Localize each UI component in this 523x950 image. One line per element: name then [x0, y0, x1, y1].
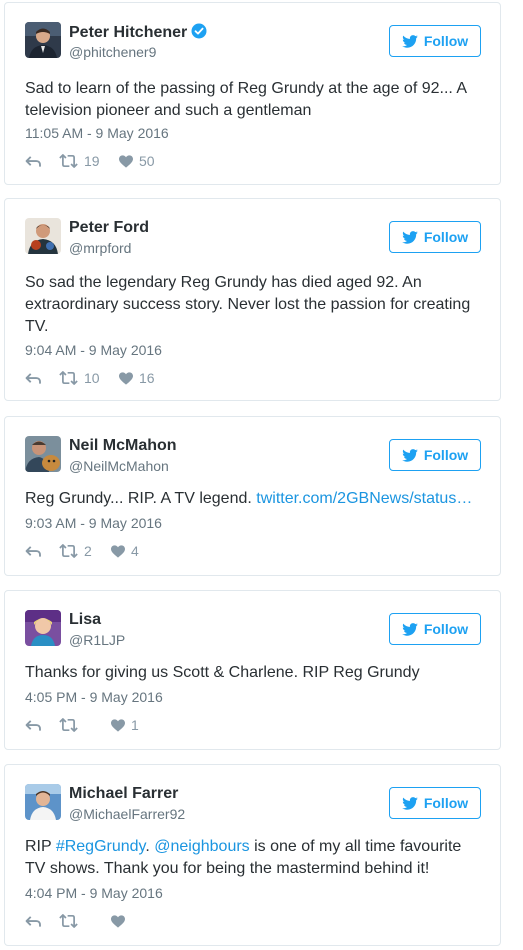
retweet-icon [59, 718, 78, 732]
heart-icon [111, 915, 125, 928]
twitter-bird-icon [402, 231, 418, 244]
display-name[interactable]: Peter Hitchener [69, 24, 187, 41]
like-count: 1 [131, 717, 139, 733]
retweet-count: 10 [84, 370, 100, 386]
like-button[interactable]: 50 [119, 153, 155, 169]
retweet-count: 2 [84, 543, 92, 559]
user-handle[interactable]: @MichaelFarrer92 [69, 806, 185, 822]
tweet-timestamp[interactable]: 9:03 AM - 9 May 2016 [25, 515, 162, 531]
tweet-actions: 10 16 [25, 369, 155, 387]
verified-badge-icon [191, 23, 207, 44]
tweet-text-body: Reg Grundy... RIP. A TV legend. [25, 490, 252, 507]
follow-button[interactable]: Follow [389, 221, 481, 253]
tweet-actions: 1 [25, 716, 139, 734]
follow-label: Follow [423, 33, 469, 49]
tweet-actions [25, 912, 131, 930]
user-handle[interactable]: @R1LJP [69, 632, 125, 648]
follow-button[interactable]: Follow [389, 439, 481, 471]
tweet-card: Peter Hitchener @phitchener9 Follow Sad … [4, 2, 501, 185]
reply-button[interactable] [25, 719, 59, 732]
twitter-bird-icon [402, 449, 418, 462]
retweet-count: 19 [84, 153, 100, 169]
tweet-actions: 19 50 [25, 152, 155, 170]
reply-button[interactable] [25, 915, 59, 928]
user-handle[interactable]: @phitchener9 [69, 44, 156, 60]
retweet-button[interactable]: 10 [59, 370, 119, 386]
text-part: . [145, 838, 155, 855]
tweet-text: Reg Grundy... RIP. A TV legend. twitter.… [25, 488, 480, 510]
tweet-feed: Peter Hitchener @phitchener9 Follow Sad … [0, 0, 523, 950]
retweet-button[interactable] [59, 718, 111, 732]
follow-label: Follow [423, 795, 469, 811]
reply-icon [25, 915, 42, 928]
tweet-text: So sad the legendary Reg Grundy has died… [25, 274, 471, 335]
mention-link[interactable]: @neighbours [154, 838, 249, 855]
user-handle[interactable]: @NeilMcMahon [69, 458, 169, 474]
heart-icon [119, 372, 133, 385]
like-count: 4 [131, 543, 139, 559]
follow-label: Follow [423, 621, 469, 637]
tweet-timestamp[interactable]: 4:05 PM - 9 May 2016 [25, 689, 163, 705]
tweet-actions: 2 4 [25, 542, 139, 560]
reply-icon [25, 719, 42, 732]
tweet-timestamp[interactable]: 4:04 PM - 9 May 2016 [25, 885, 163, 901]
display-name[interactable]: Lisa [69, 611, 101, 628]
follow-button[interactable]: Follow [389, 613, 481, 645]
like-count: 16 [139, 370, 155, 386]
like-count: 50 [139, 153, 155, 169]
tweet-link[interactable]: twitter.com/2GBNews/status… [256, 490, 472, 507]
tweet-card: Neil McMahon @NeilMcMahon Follow Reg Gru… [4, 416, 501, 576]
twitter-bird-icon [402, 35, 418, 48]
like-button[interactable]: 4 [111, 543, 139, 559]
reply-icon [25, 155, 42, 168]
avatar[interactable] [25, 610, 61, 646]
text-part: RIP [25, 838, 56, 855]
reply-button[interactable] [25, 545, 59, 558]
avatar[interactable] [25, 436, 61, 472]
tweet-card: Peter Ford @mrpford Follow So sad the le… [4, 198, 501, 401]
retweet-icon [59, 914, 78, 928]
reply-icon [25, 545, 42, 558]
avatar[interactable] [25, 784, 61, 820]
user-handle[interactable]: @mrpford [69, 240, 131, 256]
hashtag-link[interactable]: #RegGrundy [56, 838, 146, 855]
heart-icon [111, 545, 125, 558]
retweet-icon [59, 154, 78, 168]
heart-icon [111, 719, 125, 732]
like-button[interactable]: 1 [111, 717, 139, 733]
display-name[interactable]: Neil McMahon [69, 437, 177, 454]
tweet-text: RIP #RegGrundy. @neighbours is one of my… [25, 836, 480, 880]
tweet-card: Michael Farrer @MichaelFarrer92 Follow R… [4, 764, 501, 946]
follow-button[interactable]: Follow [389, 787, 481, 819]
like-button[interactable]: 16 [119, 370, 155, 386]
display-name[interactable]: Michael Farrer [69, 785, 178, 802]
display-name[interactable]: Peter Ford [69, 219, 149, 236]
retweet-icon [59, 544, 78, 558]
tweet-timestamp[interactable]: 9:04 AM - 9 May 2016 [25, 342, 162, 358]
reply-icon [25, 372, 42, 385]
retweet-button[interactable] [59, 914, 111, 928]
like-button[interactable] [111, 915, 131, 928]
tweet-text: Sad to learn of the passing of Reg Grund… [25, 80, 467, 119]
tweet-card: Lisa @R1LJP Follow Thanks for giving us … [4, 590, 501, 750]
avatar[interactable] [25, 218, 61, 254]
reply-button[interactable] [25, 372, 59, 385]
avatar[interactable] [25, 22, 61, 58]
tweet-timestamp[interactable]: 11:05 AM - 9 May 2016 [25, 125, 169, 141]
follow-label: Follow [423, 229, 469, 245]
twitter-bird-icon [402, 797, 418, 810]
retweet-icon [59, 371, 78, 385]
retweet-button[interactable]: 19 [59, 153, 119, 169]
follow-button[interactable]: Follow [389, 25, 481, 57]
reply-button[interactable] [25, 155, 59, 168]
twitter-bird-icon [402, 623, 418, 636]
retweet-button[interactable]: 2 [59, 543, 111, 559]
tweet-text: Thanks for giving us Scott & Charlene. R… [25, 664, 420, 681]
follow-label: Follow [423, 447, 469, 463]
heart-icon [119, 155, 133, 168]
